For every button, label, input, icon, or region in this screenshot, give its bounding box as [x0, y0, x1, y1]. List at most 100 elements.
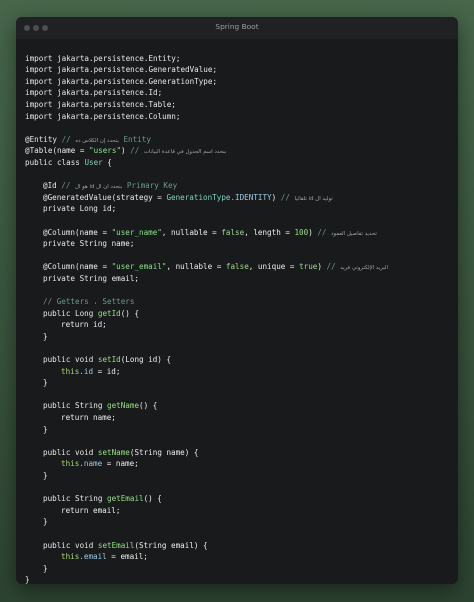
- boolean-literal: true: [299, 262, 318, 272]
- class-name: GenerationType: [166, 192, 231, 202]
- import-line: import jakarta.persistence.Table;: [25, 99, 176, 109]
- method-name: getId: [97, 308, 121, 318]
- annotation: @Column: [43, 262, 76, 272]
- method-signature-line: public String getName() {: [25, 400, 454, 412]
- code-text: = id;: [93, 366, 121, 376]
- import-line: import jakarta.persistence.Id;: [25, 88, 163, 98]
- method-signature-line: public String getEmail() {: [25, 493, 454, 505]
- code-text: id;: [102, 204, 117, 214]
- method-name: getEmail: [107, 494, 144, 504]
- field-access: .id: [79, 366, 94, 376]
- string-literal: "users": [89, 146, 122, 156]
- arabic-comment: البريد الإلكتروني فريد: [340, 265, 389, 272]
- class-closing-brace: }: [25, 575, 30, 584]
- closing-brace: }: [43, 470, 48, 480]
- arabic-comment: تلقائيا id توليد ال: [294, 195, 333, 202]
- window-title: Spring Boot: [215, 22, 259, 31]
- code-window: Spring Boot import jakarta.persistence.E…: [16, 17, 458, 584]
- code-text: () {: [143, 494, 162, 504]
- boolean-literal: false: [221, 227, 245, 237]
- annotation: @Table: [25, 146, 53, 156]
- column-annotation-line: @Column(name = "user_email", nullable = …: [25, 261, 454, 273]
- field-access: .name: [79, 459, 103, 469]
- import-line: import jakarta.persistence.Entity;: [25, 53, 181, 63]
- keyword: public void: [43, 447, 98, 457]
- annotation: @Id: [43, 181, 57, 191]
- enum-value: .IDENTITY: [230, 192, 272, 202]
- code-text: email;: [111, 273, 140, 283]
- id-field-line: private Long id;: [25, 203, 454, 215]
- comment: //: [276, 192, 295, 202]
- comment: //: [312, 227, 332, 237]
- class-declaration-line: public class User {: [25, 157, 454, 169]
- code-text: , unique =: [248, 262, 300, 272]
- keyword: private Long: [43, 204, 103, 214]
- import-line: import jakarta.persistence.GenerationTyp…: [25, 76, 218, 86]
- table-annotation-line: @Table(name = "users") // بنحدد اسم الجد…: [25, 145, 454, 157]
- closing-brace: }: [43, 378, 48, 388]
- code-text: , nullable =: [161, 227, 222, 237]
- method-signature-line: public Long getId() {: [25, 308, 454, 320]
- column-annotation-line: @Column(name = "user_name", nullable = f…: [25, 227, 454, 239]
- method-name: getName: [107, 401, 140, 411]
- code-text: , nullable =: [166, 262, 226, 272]
- arabic-comment: بنحدد إن الكلاس ده: [75, 137, 119, 144]
- method-body-line: this.name = name;: [25, 458, 454, 470]
- code-text: {: [102, 157, 112, 167]
- arabic-comment: بنحدد اسم الجدول في قاعدة البيانات: [143, 149, 227, 156]
- annotation: @GeneratedValue: [43, 192, 112, 202]
- this-keyword: this: [61, 459, 80, 469]
- code-text: (String name) {: [129, 447, 199, 457]
- method-body-line: this.id = id;: [25, 366, 454, 378]
- code-text: (name =: [52, 146, 90, 156]
- method-body-line: this.email = email;: [25, 551, 454, 563]
- closing-brace: }: [43, 563, 48, 573]
- arabic-comment: تحديد تفاصيل العمود: [331, 230, 377, 237]
- keyword: public Long: [43, 308, 98, 318]
- code-editor[interactable]: import jakarta.persistence.Entity; impor…: [25, 41, 454, 584]
- method-name: setName: [97, 447, 130, 457]
- comment: Primary Key: [122, 181, 178, 191]
- method-body-line: return name;: [61, 413, 116, 422]
- import-line: import jakarta.persistence.GeneratedValu…: [25, 65, 218, 75]
- keyword: public void: [43, 540, 98, 550]
- code-text: = email;: [106, 552, 148, 562]
- keyword: private String: [43, 273, 112, 283]
- method-signature-line: public void setId(Long id) {: [25, 354, 454, 366]
- code-text: (name =: [75, 262, 112, 272]
- number-literal: 100: [294, 227, 309, 237]
- email-field-line: private String email;: [25, 273, 454, 285]
- this-keyword: this: [61, 366, 80, 376]
- code-text: (strategy =: [111, 192, 167, 202]
- string-literal: "user_email": [111, 262, 167, 272]
- annotation: @Column: [43, 227, 76, 237]
- keyword: public String: [43, 494, 108, 504]
- annotation: @Entity: [25, 134, 58, 144]
- window-titlebar: Spring Boot: [16, 17, 458, 39]
- closing-brace: }: [43, 331, 48, 341]
- import-line: import jakarta.persistence.Column;: [25, 111, 181, 121]
- method-name: setEmail: [97, 540, 135, 550]
- boolean-literal: false: [225, 262, 249, 272]
- generated-value-line: @GeneratedValue(strategy = GenerationTyp…: [25, 192, 454, 204]
- closing-brace: }: [43, 424, 48, 434]
- comment: //: [56, 181, 76, 191]
- method-signature-line: public void setEmail(String email) {: [25, 540, 454, 552]
- arabic-comment: هو ال id بنحدد ان ال: [75, 184, 123, 191]
- code-text: = name;: [102, 459, 139, 469]
- code-text: () {: [120, 308, 140, 318]
- method-signature-line: public void setName(String name) {: [25, 447, 454, 459]
- getters-setters-comment: // Getters ، Setters: [43, 297, 135, 307]
- closing-brace: }: [43, 517, 48, 527]
- id-annotation-line: @Id // هو ال id بنحدد ان ال Primary Key: [25, 180, 454, 192]
- keyword: private String: [43, 239, 112, 249]
- keyword: public String: [43, 401, 108, 411]
- method-body-line: return id;: [61, 320, 107, 330]
